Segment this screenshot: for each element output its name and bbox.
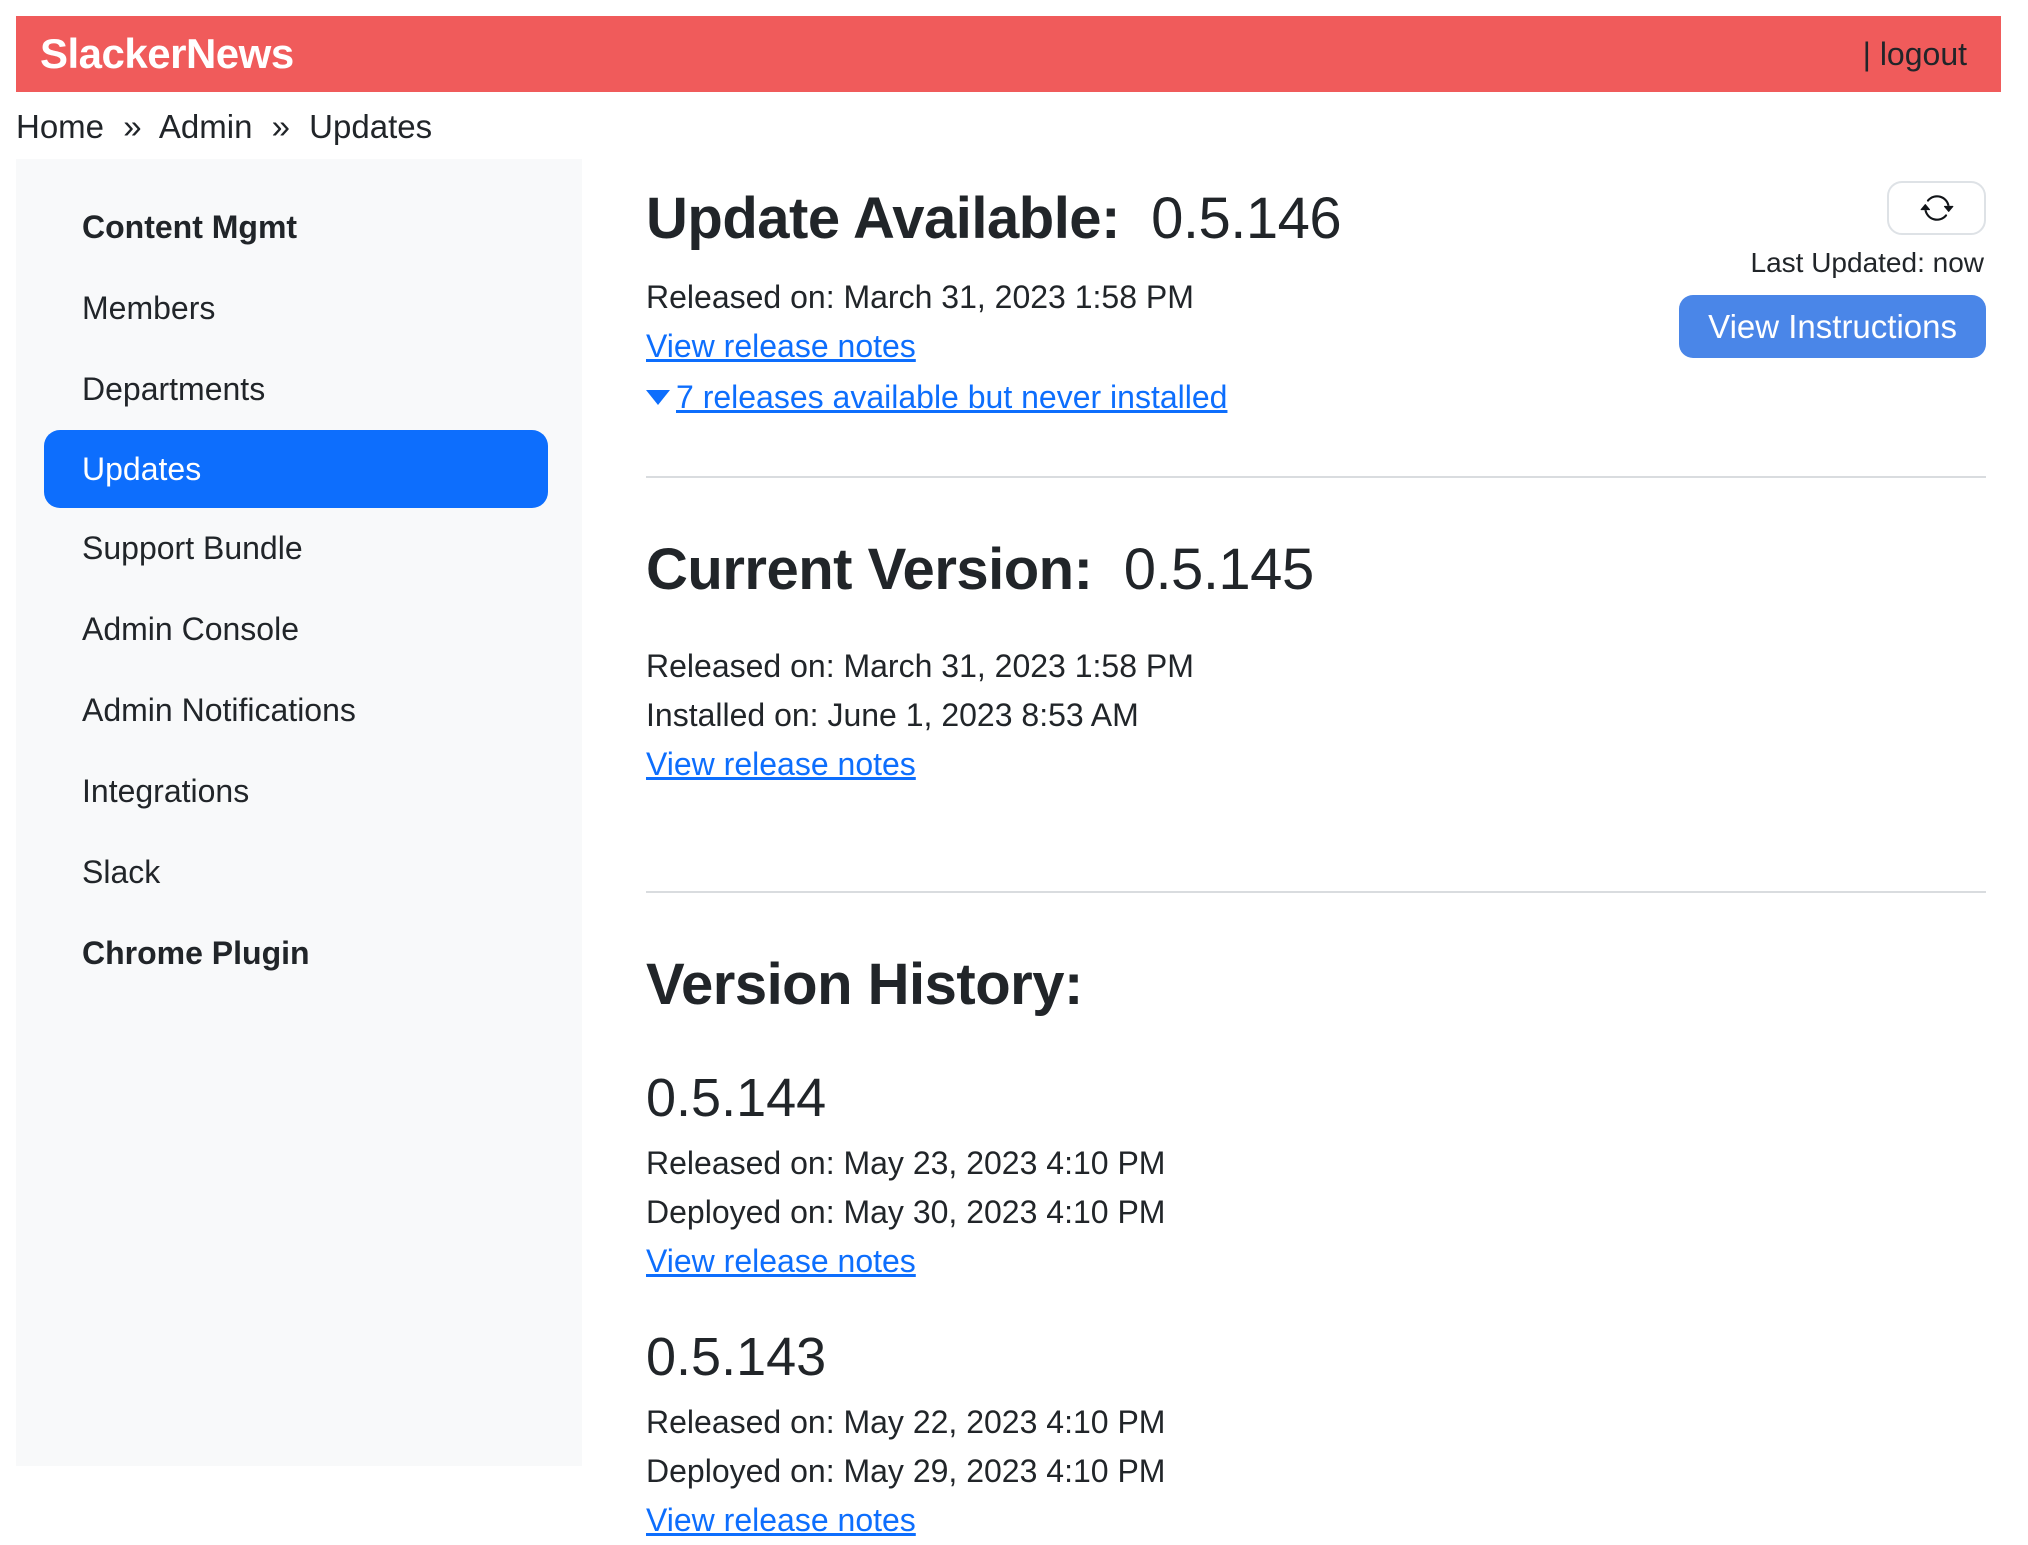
sidebar-item-admin-console[interactable]: Admin Console [16,589,582,670]
breadcrumb: Home » Admin » Updates [16,108,2028,146]
history-deployed-on: Deployed on: May 29, 2023 4:10 PM [646,1447,1986,1496]
history-version-number: 0.5.143 [646,1326,1986,1388]
last-updated-status: Last Updated: now [1751,247,1985,279]
update-available-info: Update Available: 0.5.146 Released on: M… [646,185,1341,422]
update-available-label: Update Available: [646,186,1120,251]
breadcrumb-separator: » [123,108,141,145]
release-notes-line: View release notes [646,322,1341,371]
breadcrumb-separator: » [272,108,290,145]
update-available-version-number: 0.5.146 [1151,186,1341,251]
breadcrumb-updates: Updates [309,108,432,145]
current-version-heading: Current Version: 0.5.145 [646,536,1986,604]
version-history-heading: Version History: [646,951,1986,1019]
sidebar-item-chrome-plugin[interactable]: Chrome Plugin [16,913,582,994]
main-content: Update Available: 0.5.146 Released on: M… [582,159,2028,1545]
sidebar-item-updates[interactable]: Updates [44,430,548,508]
sidebar-item-integrations[interactable]: Integrations [16,751,582,832]
history-deployed-on: Deployed on: May 30, 2023 4:10 PM [646,1188,1986,1237]
sidebar-item-admin-notifications[interactable]: Admin Notifications [16,670,582,751]
sidebar-item-content-mgmt[interactable]: Content Mgmt [16,187,582,268]
admin-sidebar: Content Mgmt Members Departments Updates… [16,159,582,1466]
divider [646,476,1986,478]
releases-toggle-link[interactable]: 7 releases available but never installed [676,373,1227,422]
view-release-notes-link[interactable]: View release notes [646,1243,916,1279]
current-released-on: Released on: March 31, 2023 1:58 PM [646,642,1986,691]
releases-toggle[interactable]: 7 releases available but never installed [646,373,1341,422]
sidebar-item-departments[interactable]: Departments [16,349,582,430]
update-released-on: Released on: March 31, 2023 1:58 PM [646,273,1341,322]
page-layout: Content Mgmt Members Departments Updates… [16,159,2028,1545]
release-notes-line: View release notes [646,1496,1986,1545]
update-controls: Last Updated: now View Instructions [1679,181,1986,358]
app-brand: SlackerNews [40,30,294,78]
refresh-button[interactable] [1887,181,1986,235]
update-available-section: Update Available: 0.5.146 Released on: M… [646,185,1986,422]
history-version-number: 0.5.144 [646,1067,1986,1129]
sidebar-item-members[interactable]: Members [16,268,582,349]
current-version-section: Current Version: 0.5.145 Released on: Ma… [646,536,1986,789]
view-release-notes-link[interactable]: View release notes [646,746,916,782]
view-release-notes-link[interactable]: View release notes [646,1502,916,1538]
view-release-notes-link[interactable]: View release notes [646,328,916,364]
breadcrumb-home[interactable]: Home [16,108,104,145]
app-header: SlackerNews | logout [16,16,2001,92]
arrow-repeat-icon [1920,191,1954,225]
breadcrumb-admin[interactable]: Admin [159,108,253,145]
history-released-on: Released on: May 23, 2023 4:10 PM [646,1139,1986,1188]
sidebar-item-slack[interactable]: Slack [16,832,582,913]
current-version-number [1108,537,1124,602]
version-history-entry: 0.5.143 Released on: May 22, 2023 4:10 P… [646,1326,1986,1545]
view-instructions-button[interactable]: View Instructions [1679,295,1986,358]
current-version-value: 0.5.145 [1124,537,1314,602]
update-available-version [1136,186,1152,251]
update-available-heading: Update Available: 0.5.146 [646,185,1341,253]
version-history-section: Version History: 0.5.144 Released on: Ma… [646,951,1986,1545]
logout-link[interactable]: | logout [1863,36,1967,73]
current-installed-on: Installed on: June 1, 2023 8:53 AM [646,691,1986,740]
version-history-entry: 0.5.144 Released on: May 23, 2023 4:10 P… [646,1067,1986,1286]
release-notes-line: View release notes [646,740,1986,789]
current-version-label: Current Version: [646,537,1092,602]
history-released-on: Released on: May 22, 2023 4:10 PM [646,1398,1986,1447]
caret-down-icon [646,390,670,405]
sidebar-item-support-bundle[interactable]: Support Bundle [16,508,582,589]
divider [646,891,1986,893]
release-notes-line: View release notes [646,1237,1986,1286]
